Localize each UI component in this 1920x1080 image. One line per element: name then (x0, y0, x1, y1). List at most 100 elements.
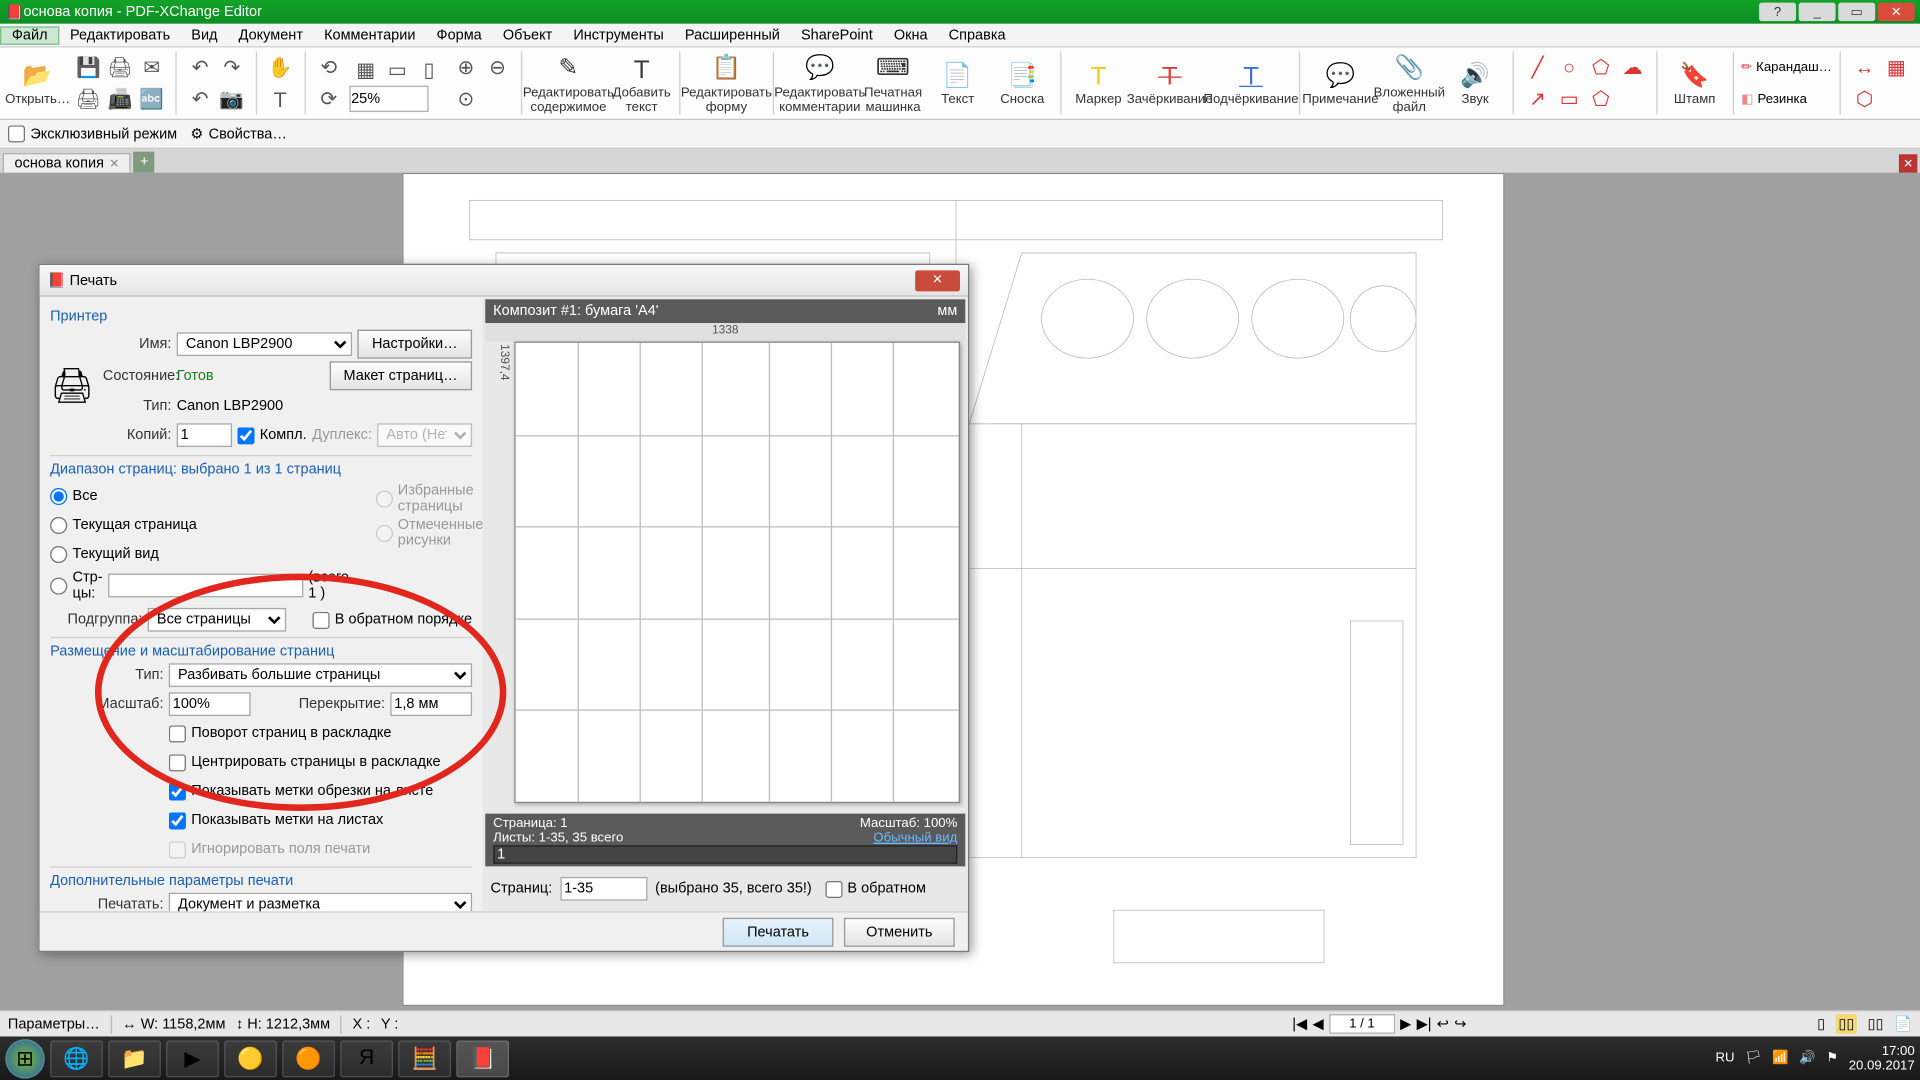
menu-sharepoint[interactable]: SharePoint (790, 27, 883, 43)
close-tab-icon[interactable]: ✕ (109, 156, 119, 171)
underline-button[interactable]: ＴПодчёркивание (1211, 57, 1291, 110)
rotate-cw-icon[interactable]: ⟳ (313, 83, 345, 115)
taskbar-app1[interactable]: 🟠 (282, 1040, 335, 1077)
tray-action-icon[interactable]: ⚑ (1826, 1051, 1838, 1066)
mail-icon[interactable]: ✉ (136, 51, 168, 83)
edit-form-button[interactable]: 📋Редактировать форму (688, 49, 765, 116)
properties-link[interactable]: ⚙ Свойства… (190, 125, 287, 142)
hand-icon[interactable]: ✋ (264, 51, 296, 83)
undo2-icon[interactable]: ↶ (184, 83, 216, 115)
line-shape-icon[interactable]: ╱ (1522, 51, 1554, 83)
camera-icon[interactable]: 📷 (216, 83, 248, 115)
page-layout-button[interactable]: Макет страниц… (329, 361, 472, 390)
scale-input[interactable] (169, 692, 251, 716)
circle-shape-icon[interactable]: ○ (1553, 51, 1585, 83)
cb-rotate[interactable]: Поворот страниц в раскладке (169, 720, 472, 746)
taskbar-yandex[interactable]: Я (340, 1040, 393, 1077)
add-text-button[interactable]: ＴДобавить текст (612, 49, 671, 116)
cb-cropmarks-sheet[interactable]: Показывать метки обрезки на листе (169, 778, 472, 804)
prev-page-icon[interactable]: ◀ (1312, 1015, 1323, 1032)
exclusive-mode-checkbox[interactable]: Эксклюзивный режим (8, 125, 177, 142)
note-button[interactable]: 💬Примечание (1308, 57, 1373, 110)
overlap-input[interactable] (390, 692, 472, 716)
taskbar-chrome[interactable]: 🟡 (224, 1040, 277, 1077)
undo-icon[interactable]: ↶ (184, 51, 216, 83)
ocr-icon[interactable]: 🔤 (136, 83, 168, 115)
pentagon-shape-icon[interactable]: ⬠ (1585, 83, 1617, 115)
marker-button[interactable]: ＴМаркер (1069, 57, 1128, 110)
layout-cont-icon[interactable]: ▯▯ (1836, 1014, 1857, 1034)
subgroup-select[interactable]: Все страницы (148, 608, 286, 632)
collate-checkbox[interactable]: Компл. (237, 427, 306, 444)
tray-flag-icon[interactable]: 🏳 (1745, 1051, 1762, 1066)
nav-fwd-icon[interactable]: ↪ (1454, 1015, 1466, 1032)
taskbar-pdfxchange[interactable]: 📕 (456, 1040, 509, 1077)
taskbar-media[interactable]: ▶ (166, 1040, 219, 1077)
menu-tools[interactable]: Инструменты (563, 27, 675, 43)
maximize-button[interactable]: ▭ (1838, 3, 1875, 21)
menu-form[interactable]: Форма (426, 27, 492, 43)
save-icon[interactable]: 💾 (73, 51, 105, 83)
layout-doc-icon[interactable]: 📄 (1894, 1015, 1912, 1032)
layout-single-icon[interactable]: ▯ (1817, 1015, 1825, 1032)
edit-content-button[interactable]: ✎Редактировать содержимое (530, 49, 607, 116)
area-icon[interactable]: ▦ (1880, 51, 1912, 83)
close-button[interactable]: ✕ (1878, 3, 1915, 21)
page-number-input[interactable] (1329, 1014, 1395, 1034)
scan-icon[interactable]: 📠 (104, 83, 136, 115)
cb-cropmarks-pages[interactable]: Показывать метки на листах (169, 807, 472, 833)
zoom-input[interactable] (350, 86, 429, 112)
footnote-button[interactable]: 📑Сноска (993, 57, 1052, 110)
sound-button[interactable]: 🔊Звук (1445, 57, 1504, 110)
zoom-100-icon[interactable]: ⊙ (450, 83, 482, 115)
zoom-out-icon[interactable]: ⊖ (482, 51, 514, 83)
menu-help[interactable]: Справка (938, 27, 1016, 43)
arrow-shape-icon[interactable]: ↗ (1522, 83, 1554, 115)
tray-vol-icon[interactable]: 🔊 (1799, 1051, 1815, 1066)
fit-width-icon[interactable]: ▭ (381, 54, 413, 86)
help-button[interactable]: ? (1759, 3, 1796, 21)
stamp-button[interactable]: 🔖Штамп (1665, 57, 1724, 110)
print-button[interactable]: Печатать (723, 917, 834, 946)
dialog-close-button[interactable]: ✕ (915, 270, 960, 291)
range-all-radio[interactable]: Все (50, 483, 349, 509)
menu-comments[interactable]: Комментарии (314, 27, 426, 43)
layout-facing-icon[interactable]: ▯▯ (1867, 1015, 1883, 1032)
edit-comments-button[interactable]: 💬Редактировать комментарии (782, 49, 859, 116)
polygon-shape-icon[interactable]: ⬠ (1585, 51, 1617, 83)
range-currentpage-radio[interactable]: Текущая страница (50, 512, 349, 538)
scale-type-select[interactable]: Разбивать большие страницы (169, 663, 472, 687)
menu-object[interactable]: Объект (492, 27, 563, 43)
tray-net-icon[interactable]: 📶 (1772, 1051, 1788, 1066)
taskbar-calc[interactable]: 🧮 (398, 1040, 451, 1077)
dist-icon[interactable]: ↔ (1849, 51, 1881, 83)
typewriter-button[interactable]: ⌨Печатная машинка (863, 49, 922, 116)
perim-icon[interactable]: ⬡ (1849, 83, 1881, 115)
print-icon[interactable]: 🖨 (104, 51, 136, 83)
preview-normal-view-link[interactable]: Обычный вид (873, 831, 957, 846)
attach-button[interactable]: 📎Вложенный файл (1378, 49, 1440, 116)
zoom-in-icon[interactable]: ⊕ (450, 51, 482, 83)
reverse-checkbox[interactable]: В обратном порядке (312, 611, 472, 628)
minimize-button[interactable]: _ (1799, 3, 1836, 21)
tray-lang[interactable]: RU (1715, 1051, 1734, 1066)
cancel-button[interactable]: Отменить (844, 917, 955, 946)
select-icon[interactable]: Ｔ (264, 83, 296, 115)
taskbar-ie[interactable]: 🌐 (50, 1040, 103, 1077)
printer-settings-button[interactable]: Настройки… (357, 330, 472, 359)
menu-windows[interactable]: Окна (883, 27, 938, 43)
document-tab[interactable]: основа копия✕ (3, 153, 131, 173)
menu-document[interactable]: Документ (228, 27, 313, 43)
cloud-shape-icon[interactable]: ☁ (1617, 51, 1649, 83)
next-page-icon[interactable]: ▶ (1400, 1015, 1411, 1032)
range-currentview-radio[interactable]: Текущий вид (50, 541, 349, 567)
eraser-icon[interactable]: ◧ (1741, 92, 1753, 107)
printer-name-select[interactable]: Canon LBP2900 (177, 332, 352, 356)
open-button[interactable]: 📂Открыть… (8, 57, 67, 110)
tray-clock[interactable]: 17:00 20.09.2017 (1849, 1044, 1915, 1073)
redo-icon[interactable]: ↷ (216, 51, 248, 83)
menu-edit[interactable]: Редактировать (59, 27, 180, 43)
menu-advanced[interactable]: Расширенный (674, 27, 790, 43)
taskbar-explorer[interactable]: 📁 (108, 1040, 161, 1077)
fit-height-icon[interactable]: ▯ (413, 54, 445, 86)
